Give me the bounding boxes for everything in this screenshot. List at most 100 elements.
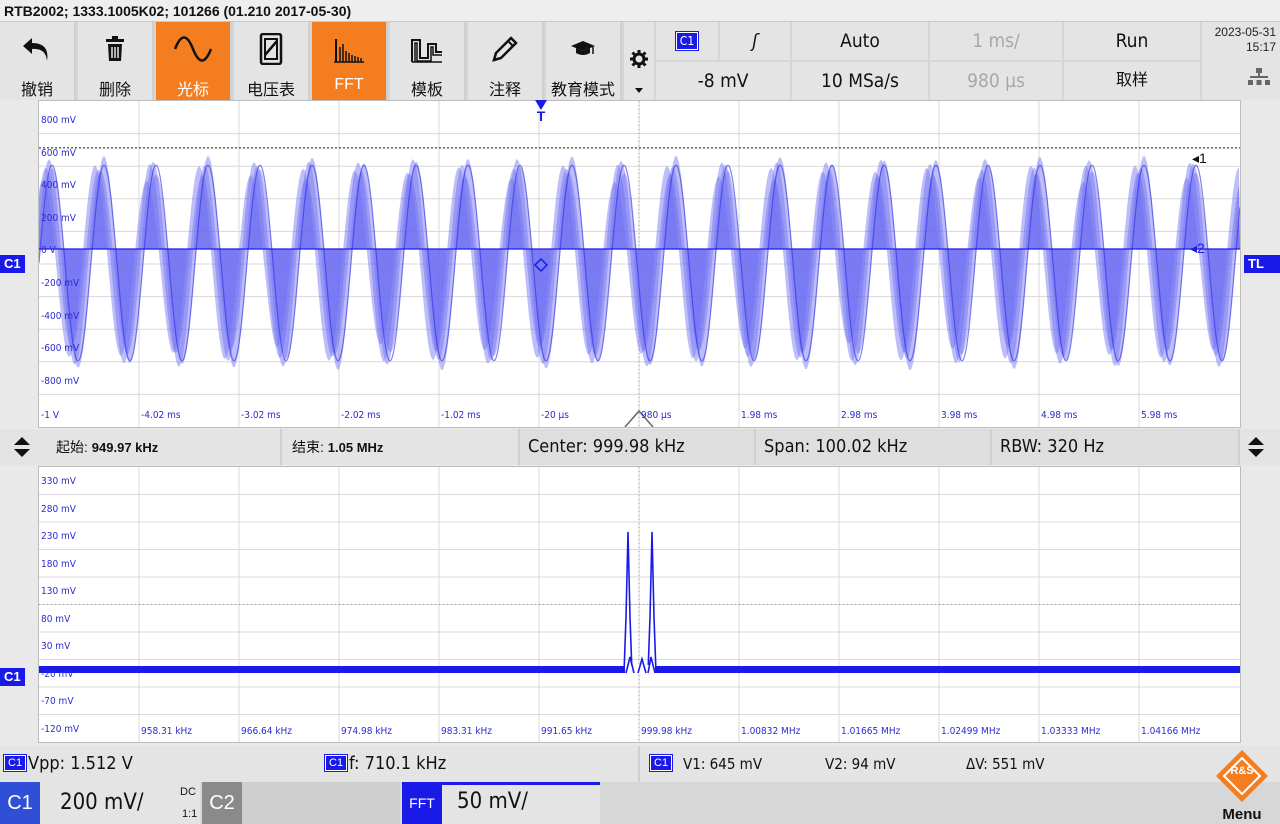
toolbar: 撤销 删除 光标 电压表 FFT 模板 注释 教育模式 C1 ʃ Auto 1 … — [0, 22, 1280, 100]
ch2-label: C2 — [202, 782, 242, 824]
cursor2-number: 2 — [1197, 240, 1205, 256]
rs-logo-text: R&S — [1230, 765, 1253, 777]
undo-button[interactable]: 撤销 — [0, 22, 76, 100]
time-x-tick-label: -1.02 ms — [441, 410, 481, 421]
vpp-channel-badge: C1 — [2, 754, 28, 772]
annotate-label: 注释 — [488, 82, 521, 99]
time-x-tick-label: 980 µs — [641, 410, 672, 421]
time-x-tick-label: 1.98 ms — [741, 410, 778, 421]
fft-y-tick-label: 230 mV — [41, 531, 76, 542]
mask-icon — [390, 32, 464, 66]
cursor1-label[interactable]: ◂1 — [1192, 150, 1207, 167]
ch1-probe-ratio: 1:1 — [182, 808, 198, 820]
settings-button[interactable] — [624, 22, 654, 100]
fft-scale: 50 mV/ — [457, 789, 528, 814]
fft-rbw[interactable]: RBW: 320 Hz — [992, 429, 1240, 465]
timebase-position-cell[interactable]: 980 µs — [930, 62, 1062, 100]
cursor-delta-v: ΔV: 551 mV — [966, 755, 1045, 773]
cursor-wave-icon — [156, 32, 230, 66]
fft-stop-label: 结束: — [292, 439, 324, 455]
fft-x-tick-label: 1.01665 MHz — [841, 726, 901, 737]
trigger-source-cell[interactable]: C1 — [656, 22, 718, 60]
voltmeter-button[interactable]: 电压表 — [234, 22, 310, 100]
time-y-tick-label: -200 mV — [41, 278, 80, 289]
time-y-tick-label: 400 mV — [41, 180, 76, 192]
trash-icon — [78, 32, 152, 66]
fft-x-tick-label: 999.98 kHz — [641, 726, 693, 737]
mask-button[interactable]: 模板 — [390, 22, 466, 100]
fft-label: FFT — [334, 76, 364, 93]
time-x-tick-label: -20 µs — [541, 410, 569, 421]
voltmeter-icon — [234, 32, 308, 66]
menu-button[interactable]: R&S Menu — [1204, 746, 1280, 824]
frequency-measurement[interactable]: f: 710.1 kHz — [349, 746, 446, 782]
fft-x-tick-label: 983.31 kHz — [441, 726, 493, 737]
clock: 2023-05-31 15:17 — [1202, 22, 1280, 100]
trigger-position-marker[interactable]: T — [534, 100, 548, 123]
fft-channel-marker[interactable]: C1 — [0, 668, 25, 686]
fft-stop[interactable]: 结束: 1.05 MHz — [284, 429, 520, 465]
fft-y-tick-label: -20 mV — [41, 668, 74, 680]
fft-span[interactable]: Span: 100.02 kHz — [756, 429, 992, 465]
sample-rate-cell[interactable]: 10 MSa/s — [792, 62, 928, 100]
time-y-tick-label: 800 mV — [41, 115, 76, 126]
time-y-tick-label: -400 mV — [41, 310, 80, 322]
time-y-tick-label: -800 mV — [41, 375, 80, 387]
annotate-button[interactable]: 注释 — [468, 22, 544, 100]
cursor-channel-badge: C1 — [648, 754, 674, 772]
cursor-label: 光标 — [176, 82, 209, 99]
run-state-cell[interactable]: Run — [1064, 22, 1200, 60]
rs-logo: R&S — [1214, 748, 1270, 809]
fft-display[interactable] — [38, 466, 1241, 743]
delete-button[interactable]: 删除 — [78, 22, 154, 100]
fft-center[interactable]: Center: 999.98 kHz — [520, 429, 756, 465]
fft-stop-value: 1.05 MHz — [327, 440, 384, 455]
fft-y-tick-label: -70 mV — [41, 696, 74, 707]
vpp-measurement[interactable]: Vpp: 1.512 V — [28, 746, 133, 782]
scroll-up-down-icon-right[interactable] — [1248, 437, 1264, 462]
ch2-settings[interactable]: C2 — [202, 782, 400, 824]
fft-y-tick-label: 130 mV — [41, 586, 76, 597]
time-y-tick-label: -600 mV — [41, 343, 80, 355]
trigger-slope-cell[interactable]: ʃ — [720, 22, 790, 60]
trigger-mode-cell[interactable]: Auto — [792, 22, 928, 60]
timebase-scale-cell[interactable]: 1 ms/ — [930, 22, 1062, 60]
measurement-divider — [638, 746, 640, 782]
fft-y-tick-label: 30 mV — [41, 641, 71, 652]
fft-plot — [39, 467, 1240, 742]
fft-x-tick-label: 991.65 kHz — [541, 726, 593, 737]
fft-x-tick-label: 1.04166 MHz — [1141, 726, 1201, 737]
fft-y-tick-label: 280 mV — [41, 503, 76, 515]
fft-parameter-bar: 起始: 949.97 kHz 结束: 1.05 MHz Center: 999.… — [0, 429, 1280, 465]
fft-channel-settings[interactable]: FFT 50 mV/ — [402, 782, 600, 824]
ch1-offset-marker[interactable]: C1 — [0, 255, 25, 273]
cursor1-number: 1 — [1199, 150, 1207, 166]
channel-footer: C1 200 mV/ DC 1:1 C2 FFT 50 mV/ R&S Menu — [0, 750, 1280, 824]
ch1-settings[interactable]: C1 200 mV/ DC 1:1 — [0, 782, 200, 824]
fft-button[interactable]: FFT — [312, 22, 388, 100]
fft-x-tick-label: 966.64 kHz — [241, 726, 293, 737]
time-y-tick-label: 600 mV — [41, 147, 76, 159]
fft-x-tick-label: 1.00832 MHz — [741, 726, 801, 737]
clock-date: 2023-05-31 — [1214, 25, 1276, 39]
measurement-bar: C1 Vpp: 1.512 V C1 f: 710.1 kHz C1 V1: 6… — [0, 746, 1280, 782]
cursor2-label[interactable]: ◂2 — [1190, 240, 1205, 257]
cursor-v1: V1: 645 mV — [683, 755, 763, 773]
instrument-title: RTB2002; 1333.1005K02; 101266 (01.210 20… — [0, 0, 1280, 22]
cursor-button[interactable]: 光标 — [156, 22, 232, 100]
time-x-tick-label: 5.98 ms — [1141, 410, 1178, 421]
time-domain-display[interactable] — [38, 100, 1241, 428]
fft-x-tick-label: 1.02499 MHz — [941, 726, 1001, 737]
fft-start-value: 949.97 kHz — [91, 440, 159, 455]
trigger-level-cell[interactable]: -8 mV — [656, 62, 790, 100]
network-icon — [1248, 68, 1270, 90]
time-x-tick-label: 3.98 ms — [941, 410, 978, 421]
fft-start[interactable]: 起始: 949.97 kHz — [48, 429, 282, 465]
scroll-up-down-icon[interactable] — [14, 437, 30, 462]
delete-label: 删除 — [98, 82, 131, 99]
fft-y-tick-label: 80 mV — [41, 613, 71, 625]
trigger-level-marker[interactable]: TL — [1244, 255, 1280, 273]
voltmeter-label: 电压表 — [246, 82, 295, 99]
acquisition-mode-cell[interactable]: 取样 — [1064, 62, 1200, 100]
education-mode-button[interactable]: 教育模式 — [546, 22, 622, 100]
